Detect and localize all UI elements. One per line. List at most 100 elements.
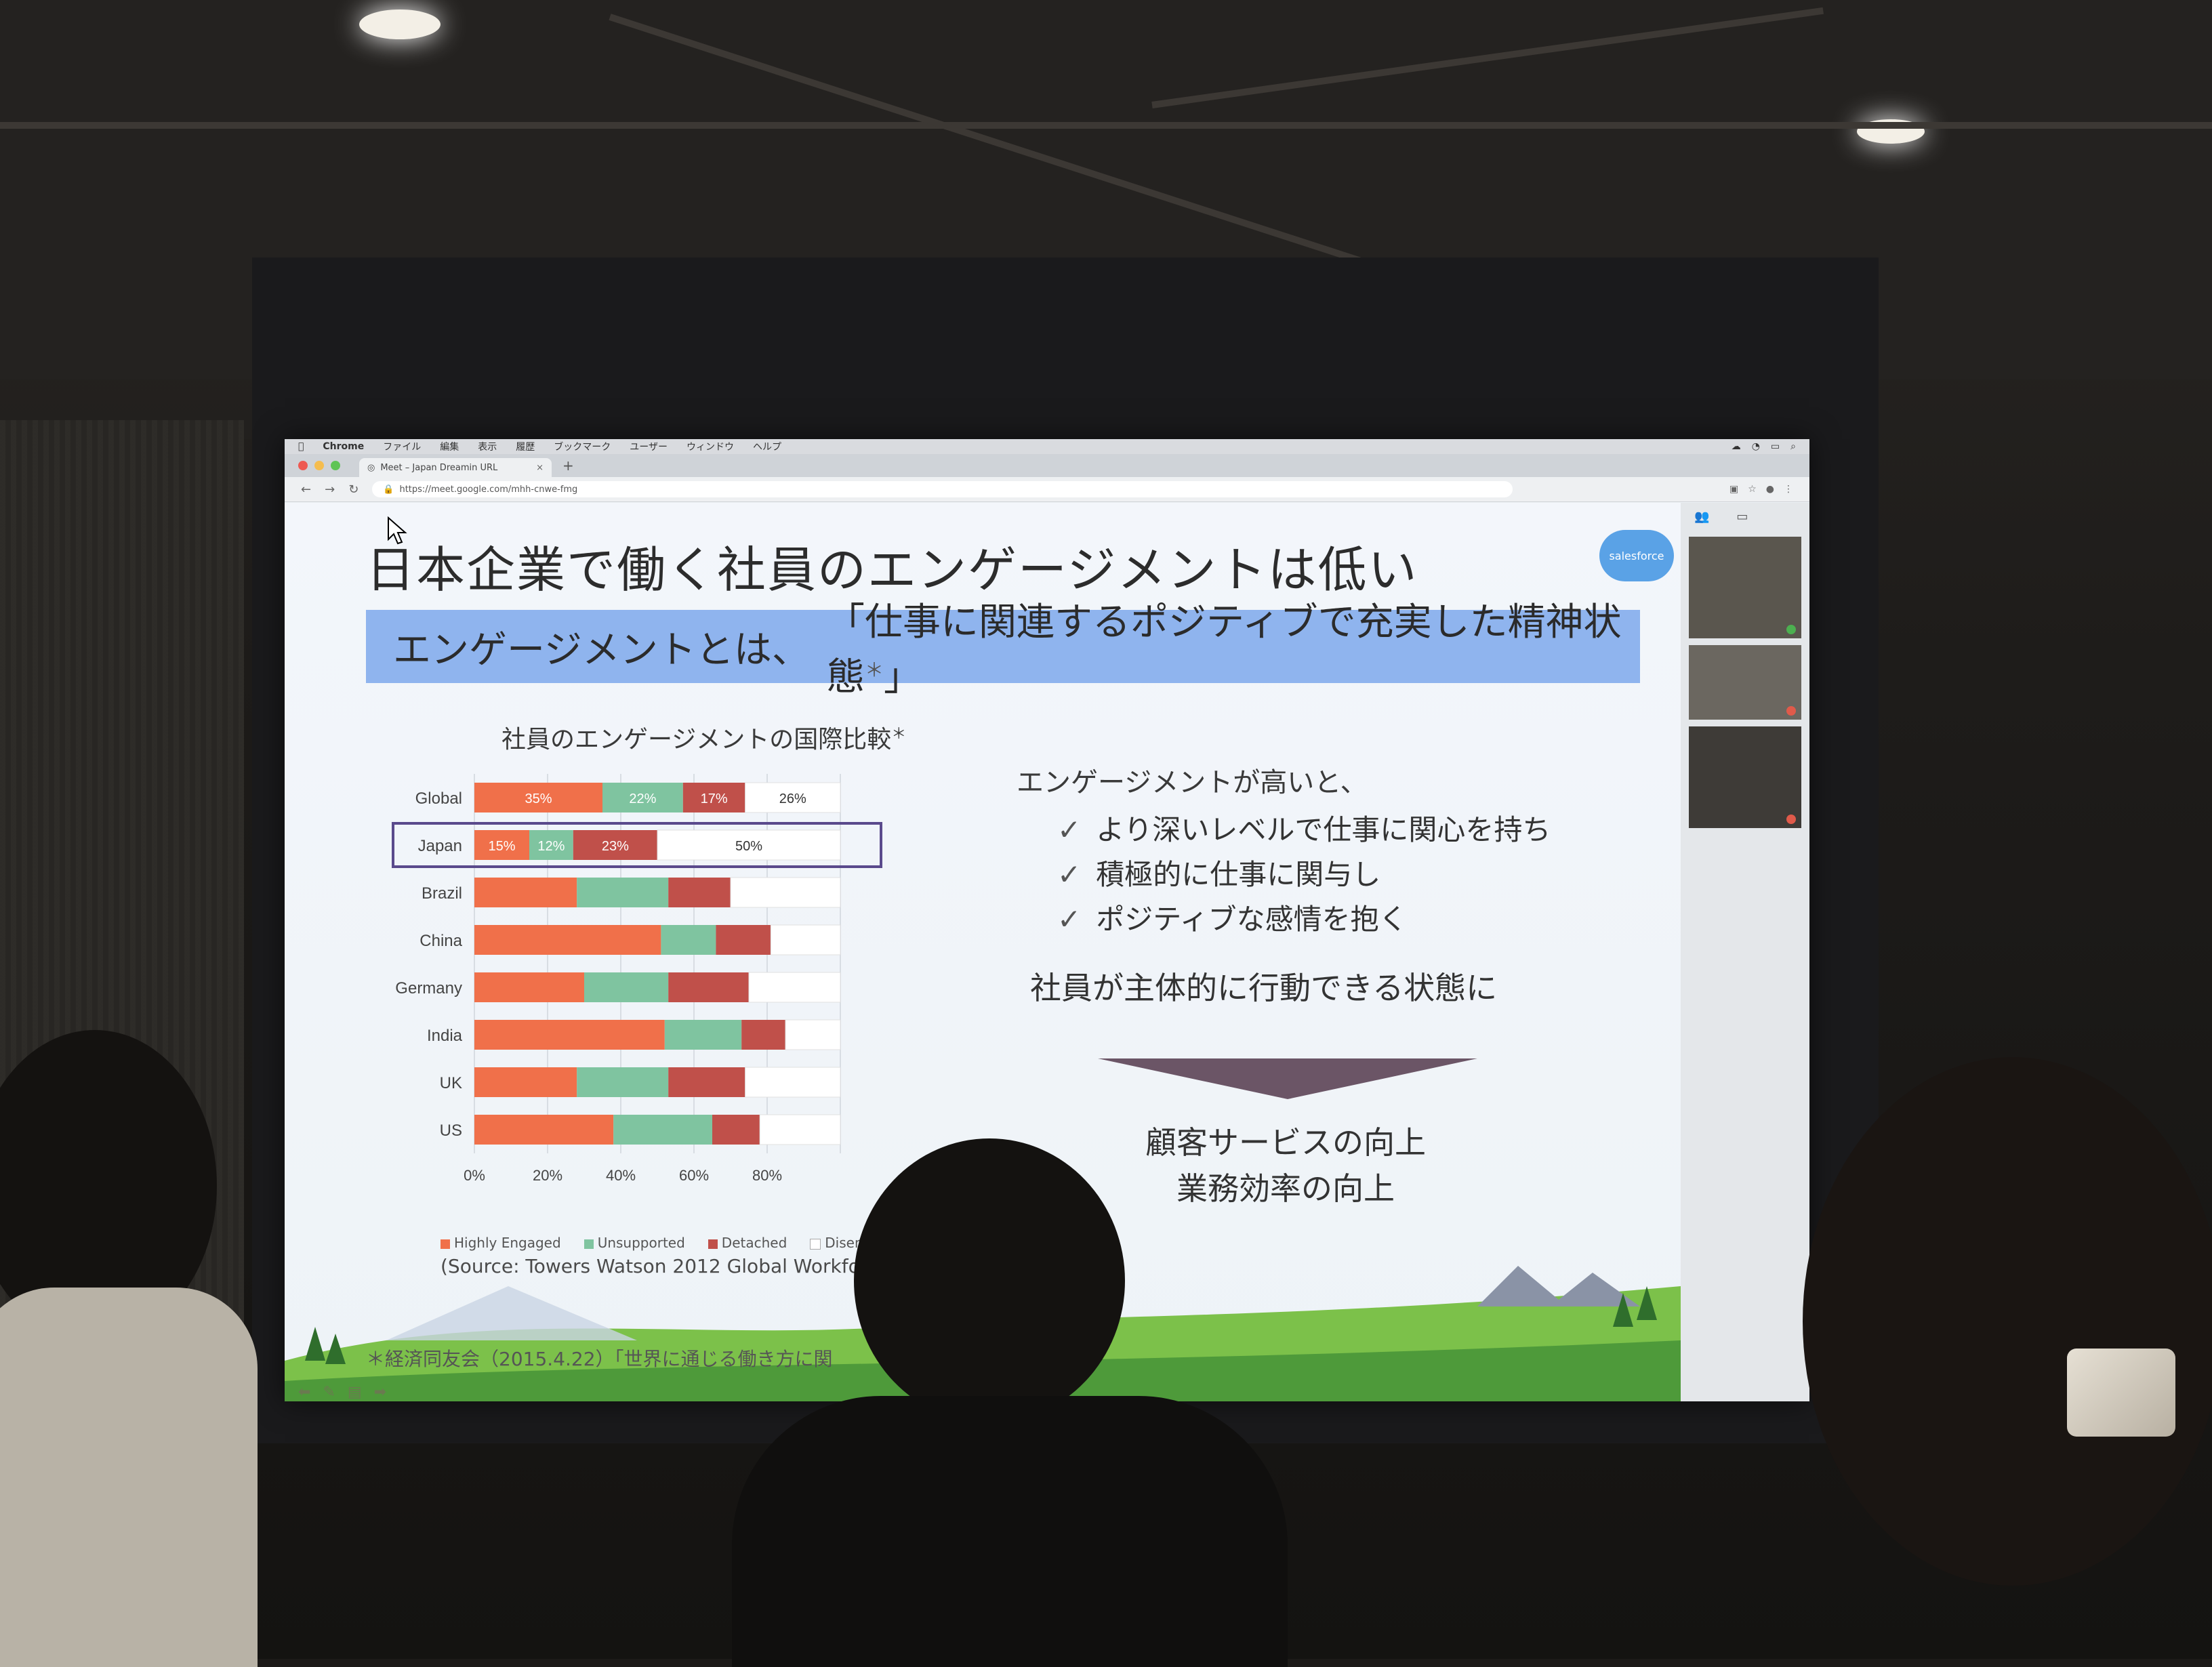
chat-icon[interactable]: ▭ xyxy=(1736,510,1748,524)
bar-segment xyxy=(759,1114,841,1145)
x-tick-label: 0% xyxy=(464,1167,485,1184)
menu-user[interactable]: ユーザー xyxy=(630,440,668,453)
close-window-icon[interactable] xyxy=(298,461,308,470)
bar-segment xyxy=(770,924,841,955)
audience-shirt xyxy=(0,1288,258,1667)
checklist-item: ✓ より深いレベルで仕事に関心を持ち xyxy=(1057,808,1551,852)
new-tab-icon[interactable]: + xyxy=(562,457,574,474)
mouse-cursor-icon xyxy=(388,516,407,545)
data-label: 12% xyxy=(537,839,565,854)
salesforce-logo: salesforce xyxy=(1599,530,1674,581)
participant-tile[interactable] xyxy=(1689,726,1801,828)
meet-favicon-icon: ◎ xyxy=(367,462,375,473)
back-icon[interactable]: ← xyxy=(301,482,311,497)
chart-title-text: 社員のエンゲージメントの国際比較 xyxy=(501,726,892,754)
checklist-item-text: ポジティブな感情を抱く xyxy=(1096,903,1408,936)
apple-icon[interactable]:  xyxy=(298,441,304,452)
minimize-window-icon[interactable] xyxy=(314,461,324,470)
bar-segment xyxy=(712,1115,760,1145)
cloud-icon[interactable]: ☁ xyxy=(1732,441,1741,452)
window-controls xyxy=(298,461,340,470)
menu-view[interactable]: 表示 xyxy=(478,440,497,453)
forward-icon[interactable]: → xyxy=(325,482,335,497)
bar-segment xyxy=(730,877,841,908)
wifi-icon[interactable]: ◔ xyxy=(1752,441,1760,452)
ceiling-light xyxy=(359,9,441,39)
profile-icon[interactable]: ● xyxy=(1766,484,1774,495)
checklist-item: ✓ 積極的に仕事に関与し xyxy=(1057,852,1551,897)
mic-off-icon xyxy=(1786,815,1796,824)
chart-svg: Global 35% 22% 17% 26% Japan 15% 12% 23% 50% Brazi… xyxy=(392,774,882,1184)
category-label: China xyxy=(419,932,462,950)
bar-segment xyxy=(474,1067,577,1097)
data-label: 26% xyxy=(779,791,806,806)
bar-segment xyxy=(745,1067,841,1098)
next-slide-icon[interactable]: ➡ xyxy=(374,1384,386,1401)
definition-body: 「仕事に関連するポジティブで充実した精神状態 xyxy=(826,600,1622,699)
engagement-chart: Global 35% 22% 17% 26% Japan 15% 12% 23% 50% Brazi… xyxy=(339,760,895,1184)
category-label: Japan xyxy=(418,837,462,855)
participant-tile[interactable] xyxy=(1689,537,1801,638)
bar-segment xyxy=(577,878,669,907)
slide-toolbar: ⬅ ✎ ▤ ➡ xyxy=(298,1384,386,1401)
menu-help[interactable]: ヘルプ xyxy=(753,440,781,453)
menu-chrome[interactable]: Chrome xyxy=(323,441,364,452)
definition-term: エンゲージメントとは、 xyxy=(393,627,810,672)
status-icons: ☁ ◔ ▭ ⌕ xyxy=(1732,441,1809,452)
bar-segment xyxy=(785,1019,841,1050)
pen-icon[interactable]: ✎ xyxy=(323,1384,335,1401)
outcomes: 顧客サービスの向上 業務効率の向上 xyxy=(1145,1119,1426,1212)
slides-grid-icon[interactable]: ▤ xyxy=(348,1384,362,1401)
menu-history[interactable]: 履歴 xyxy=(516,440,535,453)
chrome-toolbar: ← → ↻ 🔒 https://meet.google.com/mhh-cnwe… xyxy=(285,477,1809,502)
bar-segment xyxy=(664,1020,742,1050)
data-label: 50% xyxy=(735,839,762,854)
menu-bookmarks[interactable]: ブックマーク xyxy=(554,440,611,453)
benefits-intro: エンゲージメントが高いと、 xyxy=(1017,767,1368,798)
definition-close-bracket: 」 xyxy=(883,655,922,699)
mic-off-icon xyxy=(1786,706,1796,716)
more-menu-icon[interactable]: ⋮ xyxy=(1784,484,1793,495)
address-bar[interactable]: 🔒 https://meet.google.com/mhh-cnwe-fmg xyxy=(372,481,1513,497)
reload-icon[interactable]: ↻ xyxy=(348,482,359,497)
bar-segment xyxy=(577,1067,669,1097)
category-label: UK xyxy=(440,1074,462,1092)
outcome-item: 顧客サービスの向上 xyxy=(1145,1124,1426,1161)
search-icon[interactable]: ⌕ xyxy=(1790,441,1796,452)
url-text: https://meet.google.com/mhh-cnwe-fmg xyxy=(399,484,578,495)
bar-segment xyxy=(474,925,661,955)
outcome-item: 業務効率の向上 xyxy=(1176,1170,1395,1207)
benefits-checklist: ✓ より深いレベルで仕事に関心を持ち ✓ 積極的に仕事に関与し ✓ ポジティブな感情を… xyxy=(1057,808,1551,942)
checkmark-icon: ✓ xyxy=(1057,858,1082,891)
down-arrow-icon xyxy=(1098,1058,1477,1099)
bar-segment xyxy=(474,1020,665,1050)
menu-edit[interactable]: 編集 xyxy=(440,440,459,453)
close-tab-icon[interactable]: × xyxy=(536,463,544,473)
bar-segment xyxy=(668,972,749,1002)
checkmark-icon: ✓ xyxy=(1057,903,1082,936)
bar-segment xyxy=(613,1115,712,1145)
bar-segment xyxy=(584,972,669,1002)
battery-icon[interactable]: ▭ xyxy=(1771,441,1780,452)
participants-icon[interactable]: 👥 xyxy=(1694,510,1709,524)
menu-file[interactable]: ファイル xyxy=(383,440,421,453)
data-label: 15% xyxy=(488,839,515,854)
ceiling-truss xyxy=(0,122,2212,129)
slide-title: 日本企業で働く社員のエンゲージメントは低い xyxy=(366,541,1418,598)
slide-footnote: ＊経済同友会（2015.4.22）「世界に通じる働き方に関 xyxy=(366,1348,833,1370)
star-icon[interactable]: ☆ xyxy=(1748,484,1757,495)
browser-tab-meet[interactable]: ◎ Meet – Japan Dreamin URL × xyxy=(359,458,552,477)
bar-segment xyxy=(661,925,716,955)
bar-segment xyxy=(474,972,584,1002)
bar-segment xyxy=(668,878,731,907)
maximize-window-icon[interactable] xyxy=(331,461,340,470)
definition-footnote-mark: ＊ xyxy=(864,659,884,682)
camera-icon[interactable]: ▣ xyxy=(1729,484,1738,495)
bar-segment xyxy=(741,1020,785,1050)
participant-tile[interactable] xyxy=(1689,645,1801,720)
menu-window[interactable]: ウィンドウ xyxy=(687,440,734,453)
category-label: US xyxy=(440,1121,462,1140)
category-label: Germany xyxy=(395,979,462,997)
checklist-item-text: 積極的に仕事に関与し xyxy=(1096,858,1381,891)
previous-slide-icon[interactable]: ⬅ xyxy=(298,1384,310,1401)
